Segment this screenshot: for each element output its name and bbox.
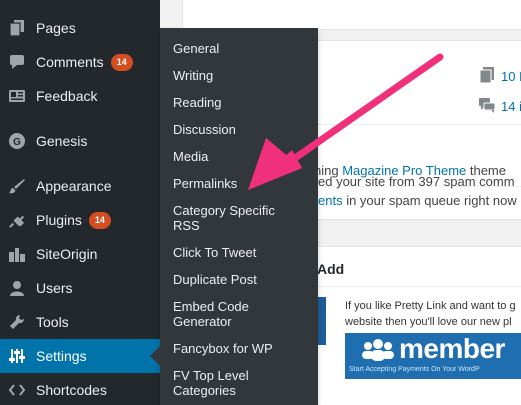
settings-submenu: General Writing Reading Discussion Media… [160, 28, 318, 405]
submenu-item-click-to-tweet[interactable]: Click To Tweet [173, 245, 256, 260]
admin-menu: Pages Comments 14 Feedback G Genesis App… [0, 0, 160, 405]
pages-count-link[interactable]: 10 P [501, 69, 521, 84]
pages-icon [9, 20, 24, 36]
paintbrush-icon [9, 179, 25, 194]
menu-label: Settings [36, 348, 87, 364]
top-panel [182, 0, 521, 30]
menu-item-plugins[interactable]: Plugins 14 [0, 203, 160, 237]
submenu-item-permalinks[interactable]: Permalinks [173, 176, 237, 191]
menu-item-shortcodes[interactable]: Shortcodes [0, 373, 160, 405]
code-brackets-icon [9, 384, 25, 396]
wrench-icon [10, 314, 25, 329]
active-menu-pointer [150, 346, 160, 366]
akismet-line-2: ents in your spam queue right now [318, 193, 517, 208]
submenu-item-fancybox[interactable]: Fancybox for WP [173, 341, 273, 356]
comments-count-badge: 14 [110, 54, 133, 71]
menu-item-genesis[interactable]: G Genesis [0, 124, 160, 158]
promo-text-line-1: If you like Pretty Link and want to g [345, 300, 516, 312]
menu-label: Genesis [36, 133, 88, 149]
menu-item-appearance[interactable]: Appearance [0, 169, 160, 203]
menu-item-comments[interactable]: Comments 14 [0, 45, 160, 79]
feedback-icon [9, 90, 25, 102]
panel-heading: Add [317, 261, 345, 277]
submenu-item-media[interactable]: Media [173, 149, 208, 164]
menu-item-users[interactable]: Users [0, 271, 160, 305]
menu-label: Pages [36, 20, 76, 36]
siteorigin-icon [9, 248, 25, 262]
menu-label: Shortcodes [36, 382, 107, 398]
menu-label: Appearance [36, 178, 112, 194]
plugins-count-badge: 14 [88, 212, 111, 229]
submenu-item-discussion[interactable]: Discussion [173, 122, 236, 137]
menu-label: Plugins 14 [36, 212, 111, 229]
submenu-label-line: Category Specific [173, 203, 275, 218]
people-icon [362, 339, 394, 361]
banner-tagline: Start Accepting Payments On Your WordP [349, 366, 480, 373]
settings-sliders-icon [9, 349, 25, 363]
menu-item-tools[interactable]: Tools [0, 305, 160, 339]
menu-label: Comments 14 [36, 54, 133, 71]
menu-label: Feedback [36, 88, 98, 104]
akismet-line-1: ed your site from 397 spam comm [318, 174, 515, 189]
partial-icon [9, 0, 25, 1]
submenu-item-duplicate-post[interactable]: Duplicate Post [173, 272, 257, 287]
submenu-item-writing[interactable]: Writing [173, 68, 213, 83]
memberpress-banner[interactable]: member Start Accepting Payments On Your … [345, 333, 521, 379]
menu-item-feedback[interactable]: Feedback [0, 79, 160, 113]
submenu-item-embed-code-generator[interactable]: Embed Code Generator [173, 299, 249, 329]
submenu-item-general[interactable]: General [173, 41, 219, 56]
menu-label: Tools [36, 314, 69, 330]
menu-item-pages[interactable]: Pages [0, 11, 160, 45]
banner-brand: member [399, 333, 505, 364]
user-icon [10, 281, 24, 296]
menu-item-top-partial[interactable] [0, 0, 160, 10]
spam-queue-link[interactable]: ents [318, 193, 343, 208]
svg-text:G: G [13, 137, 21, 148]
submenu-label-line: Embed Code [173, 299, 249, 314]
promo-text-line-2: website then you'll love our new pl [345, 316, 512, 328]
menu-item-siteorigin[interactable]: SiteOrigin [0, 237, 160, 271]
menu-label: Users [36, 280, 73, 296]
comments-count-link[interactable]: 14 i [501, 99, 521, 114]
submenu-label-line: Categories [173, 383, 236, 398]
submenu-label-line: FV Top Level [173, 368, 249, 383]
submenu-label-line: Generator [173, 314, 232, 329]
plugin-icon [9, 215, 25, 228]
submenu-label-line: RSS [173, 218, 200, 233]
pages-count-icon [480, 67, 494, 83]
genesis-icon: G [9, 133, 25, 149]
menu-item-settings[interactable]: Settings [0, 339, 160, 373]
submenu-item-reading[interactable]: Reading [173, 95, 221, 110]
comments-count-icon [479, 98, 495, 113]
comment-icon [10, 55, 24, 69]
menu-label: SiteOrigin [36, 246, 98, 262]
submenu-item-category-specific-rss[interactable]: Category Specific RSS [173, 203, 275, 233]
submenu-item-fv-top-level-categories[interactable]: FV Top Level Categories [173, 368, 249, 398]
